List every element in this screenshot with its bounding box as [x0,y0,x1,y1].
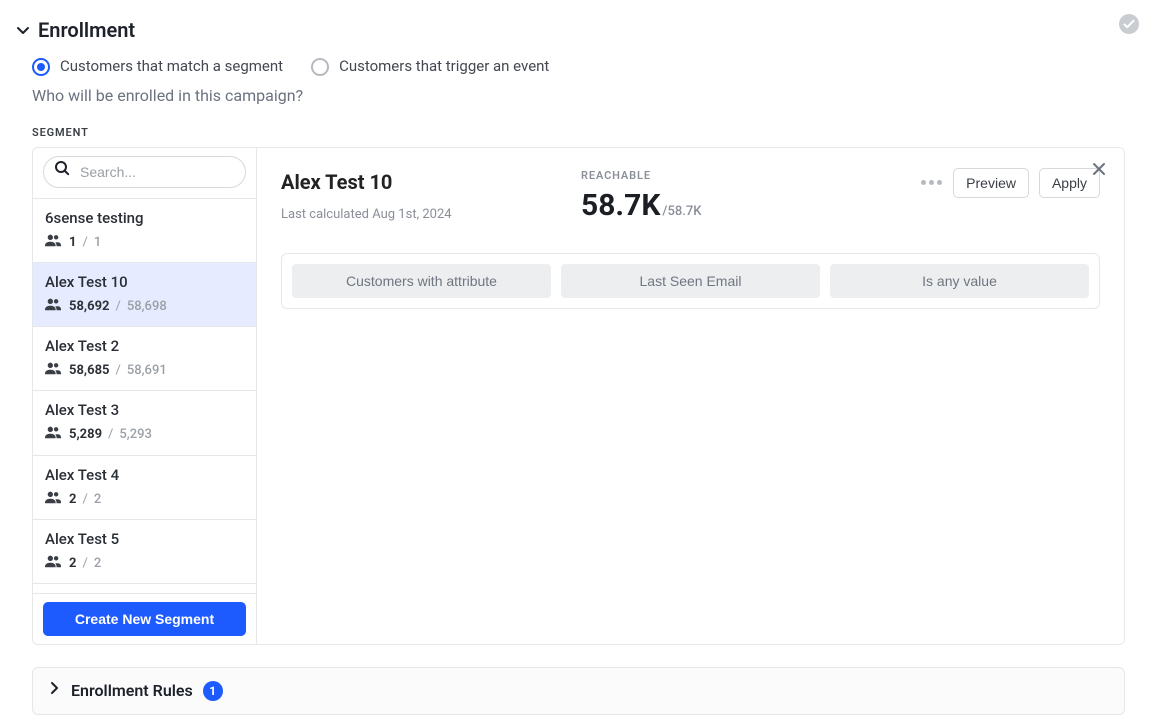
segment-search[interactable] [43,156,246,188]
search-icon [54,160,70,183]
detail-last-calculated: Last calculated Aug 1st, 2024 [281,206,551,224]
segment-item-name: Alex Test 4 [45,465,244,486]
enrollment-rules-title: Enrollment Rules [71,680,193,702]
segment-item-reached: 5,289 [69,426,102,444]
people-icon [45,554,61,574]
segment-item-name: Alex Test 10 [45,272,244,293]
reachable-label: REACHABLE [581,168,899,183]
segment-item-total: 1 [94,234,101,252]
people-icon [45,361,61,381]
segment-panel: 6sense testing 1/1 Alex Test 10 58,692/58,6… [32,147,1125,645]
enrollment-rules-count: 1 [203,681,223,701]
filter-card: Customers with attribute Last Seen Email… [281,253,1100,309]
search-input[interactable] [78,163,263,181]
close-icon[interactable] [1088,158,1110,180]
people-icon [45,297,61,317]
section-title: Enrollment [38,16,135,44]
subtitle: Who will be enrolled in this campaign? [32,85,1127,107]
enrollment-rules[interactable]: Enrollment Rules 1 [32,667,1125,715]
people-icon [45,490,61,510]
segment-item-name: Alex Test 3 [45,400,244,421]
segment-item-total: 58,691 [127,362,167,380]
filter-attribute[interactable]: Customers with attribute [292,264,551,298]
segment-item-name: Alex Test 5 [45,529,244,550]
segment-item-reached: 1 [69,234,76,252]
segment-item-name: 6sense testing [45,208,244,229]
segment-item[interactable]: Alex Test 3 5,289/5,293 [33,391,256,455]
segment-item-total: 58,698 [127,298,167,316]
detail-title: Alex Test 10 [281,168,551,196]
segment-item[interactable]: Alex Test 65,494/5,498 [33,584,256,593]
segment-item[interactable]: 6sense testing 1/1 [33,199,256,263]
segment-item-reached: 58,692 [69,298,110,316]
reachable-total: /58.7K [662,203,701,221]
segment-item-total: 2 [94,555,101,573]
more-menu-icon[interactable] [919,180,943,185]
segment-item-reached: 58,685 [69,362,110,380]
radio-segment-label: Customers that match a segment [60,56,283,77]
segment-item-reached: 2 [69,491,76,509]
filter-condition[interactable]: Is any value [830,264,1089,298]
segment-item-meta: 1/1 [45,233,244,253]
section-header[interactable]: Enrollment [16,16,1127,44]
status-check-icon [1119,14,1139,34]
segment-item-meta: 2/2 [45,554,244,574]
people-icon [45,233,61,253]
chevron-down-icon [16,23,30,37]
segment-item[interactable]: Alex Test 4 2/2 [33,456,256,520]
segment-item[interactable]: Alex Test 2 58,685/58,691 [33,327,256,391]
create-segment-button[interactable]: Create New Segment [43,602,246,636]
segment-item-meta: 2/2 [45,490,244,510]
segment-item-meta: 58,692/58,698 [45,297,244,317]
segment-sidebar: 6sense testing 1/1 Alex Test 10 58,692/58,6… [33,148,257,644]
people-icon [45,425,61,445]
filter-field[interactable]: Last Seen Email [561,264,820,298]
preview-button[interactable]: Preview [953,168,1029,198]
segment-item-total: 5,293 [119,426,151,444]
segment-item[interactable]: Alex Test 10 58,692/58,698 [33,263,256,327]
radio-circle-icon [32,58,50,76]
reachable-value: 58.7K [581,185,660,227]
segment-item-total: 2 [94,491,101,509]
segment-item-name: Alex Test 2 [45,336,244,357]
radio-event[interactable]: Customers that trigger an event [311,56,549,77]
segment-item-reached: 2 [69,555,76,573]
segment-detail: Alex Test 10 Last calculated Aug 1st, 20… [257,148,1124,644]
segment-section-label: SEGMENT [32,125,1127,140]
enrollment-radio-group: Customers that match a segment Customers… [32,56,1127,77]
radio-segment[interactable]: Customers that match a segment [32,56,283,77]
radio-event-label: Customers that trigger an event [339,56,549,77]
segment-list[interactable]: 6sense testing 1/1 Alex Test 10 58,692/58,6… [33,198,256,593]
segment-item[interactable]: Alex Test 5 2/2 [33,520,256,584]
chevron-right-icon [47,681,61,702]
segment-item-meta: 58,685/58,691 [45,361,244,381]
segment-item-meta: 5,289/5,293 [45,425,244,445]
radio-circle-icon [311,58,329,76]
